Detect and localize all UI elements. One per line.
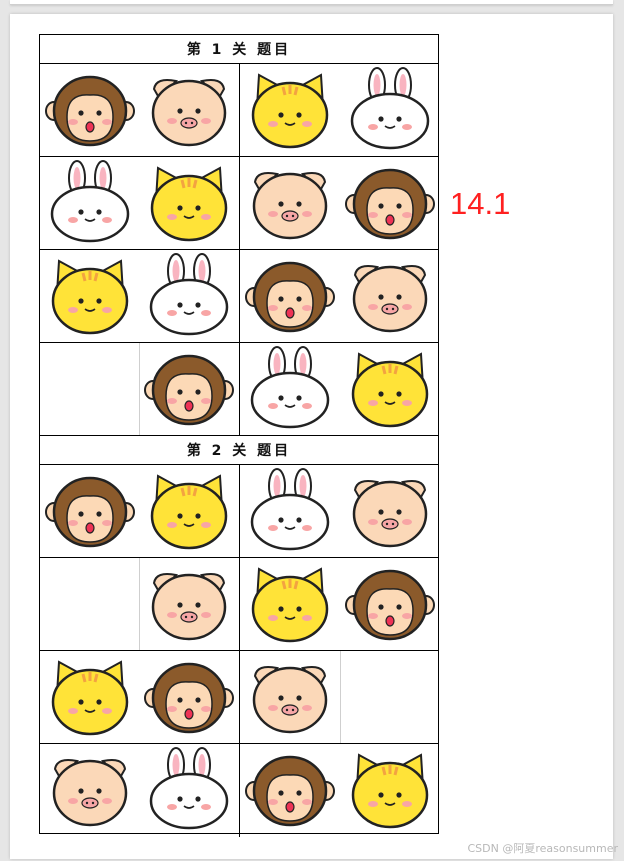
monkey-icon <box>240 250 340 342</box>
puzzle-box <box>240 64 440 156</box>
cat-icon <box>40 250 140 342</box>
cat-icon <box>240 64 340 156</box>
pig-icon <box>240 651 340 743</box>
blank-cell[interactable] <box>40 343 140 435</box>
puzzle-box <box>240 465 440 557</box>
puzzle-box <box>240 157 440 249</box>
rabbit-icon <box>340 64 440 156</box>
puzzle-row <box>40 744 438 837</box>
puzzle-row <box>40 64 438 157</box>
puzzle-box <box>240 651 440 743</box>
cat-icon <box>40 651 140 743</box>
pig-icon <box>340 465 440 557</box>
previous-page-edge <box>10 0 613 5</box>
monkey-icon <box>140 343 240 435</box>
monkey-icon <box>40 64 140 156</box>
rabbit-icon <box>40 157 140 249</box>
cat-icon <box>340 343 440 435</box>
puzzle-box <box>40 558 240 650</box>
monkey-icon <box>40 465 140 557</box>
puzzle-box <box>40 64 240 156</box>
monkey-icon <box>340 558 440 650</box>
puzzle-row <box>40 558 438 651</box>
cat-icon <box>140 157 240 249</box>
pig-icon <box>140 64 240 156</box>
rabbit-icon <box>140 744 240 836</box>
monkey-icon <box>240 744 340 836</box>
puzzle-box <box>240 558 440 650</box>
cat-icon <box>340 744 440 836</box>
puzzle-row <box>40 465 438 558</box>
pig-icon <box>340 250 440 342</box>
blank-cell[interactable] <box>340 651 440 743</box>
rabbit-icon <box>240 343 340 435</box>
pig-icon <box>140 558 240 650</box>
score-annotation: 14.1 <box>450 186 511 221</box>
pig-icon <box>40 744 140 836</box>
puzzle-box <box>40 744 240 837</box>
watermark: CSDN @阿夏reasonsummer <box>467 842 618 855</box>
document-page: 第 1 关 题目 第 2 关 题目 14.1 <box>10 14 613 859</box>
section-title: 第 1 关 题目 <box>40 35 438 64</box>
puzzle-row <box>40 157 438 250</box>
rabbit-icon <box>240 465 340 557</box>
monkey-icon <box>140 651 240 743</box>
cat-icon <box>140 465 240 557</box>
pig-icon <box>240 157 340 249</box>
puzzle-box <box>40 250 240 342</box>
puzzle-box <box>240 250 440 342</box>
section-title: 第 2 关 题目 <box>40 436 438 465</box>
puzzle-row <box>40 343 438 436</box>
puzzle-box <box>40 157 240 249</box>
puzzle-box <box>40 651 240 743</box>
puzzle-box <box>40 465 240 557</box>
puzzle-box <box>240 343 440 435</box>
blank-cell[interactable] <box>40 558 140 650</box>
rabbit-icon <box>140 250 240 342</box>
worksheet-table: 第 1 关 题目 第 2 关 题目 <box>39 34 439 837</box>
puzzle-box <box>40 343 240 435</box>
puzzle-row <box>40 651 438 744</box>
monkey-icon <box>340 157 440 249</box>
cat-icon <box>240 558 340 650</box>
puzzle-box <box>240 744 440 837</box>
puzzle-row <box>40 250 438 343</box>
